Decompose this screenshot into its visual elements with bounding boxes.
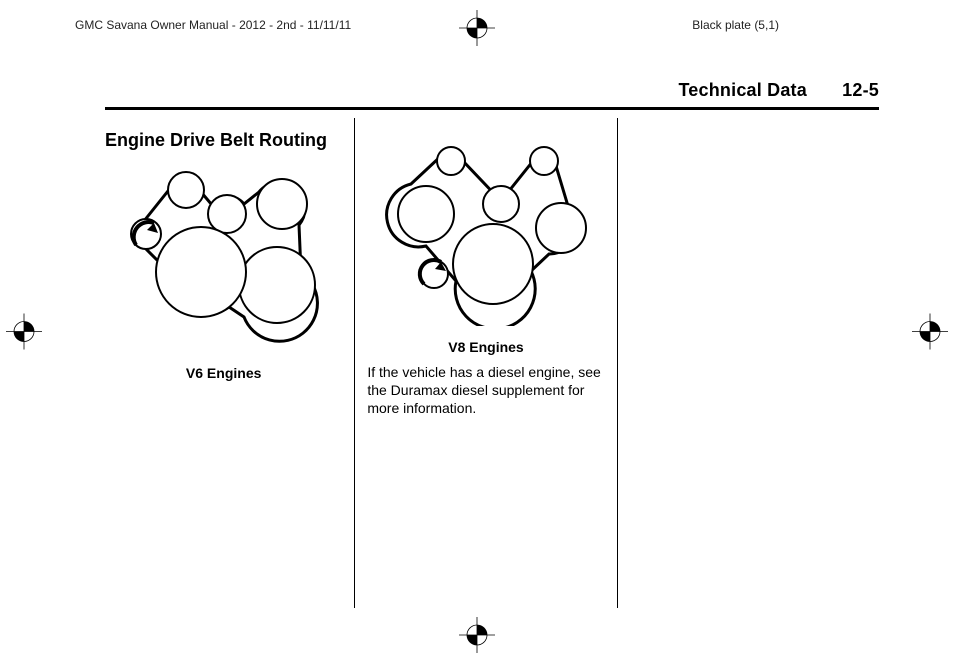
registration-mark-bottom-icon [459,617,495,658]
belt-diagram-v8-icon [371,136,601,326]
column-2: V8 Engines If the vehicle has a diesel e… [355,118,617,608]
section-header: Technical Data 12-5 [105,80,879,110]
column-1: Engine Drive Belt Routing V6 Engine [105,118,355,608]
content-heading: Engine Drive Belt Routing [105,130,342,151]
section-title: Technical Data [678,80,807,100]
figure-v8-caption: V8 Engines [367,339,604,355]
figure-v6: V6 Engines [105,157,342,381]
registration-mark-right-icon [912,314,948,355]
manual-id: GMC Savana Owner Manual - 2012 - 2nd - 1… [75,18,351,32]
page-number: 12-5 [842,80,879,100]
page: GMC Savana Owner Manual - 2012 - 2nd - 1… [0,0,954,668]
content-columns: Engine Drive Belt Routing V6 Engine [105,118,879,608]
belt-diagram-v6-icon [109,157,339,352]
diesel-note: If the vehicle has a diesel engine, see … [367,363,604,418]
column-3 [618,118,879,608]
registration-mark-top-icon [459,10,495,51]
figure-v8: V8 Engines [367,136,604,355]
figure-v6-caption: V6 Engines [105,365,342,381]
registration-mark-left-icon [6,314,42,355]
plate-info: Black plate (5,1) [692,18,779,32]
